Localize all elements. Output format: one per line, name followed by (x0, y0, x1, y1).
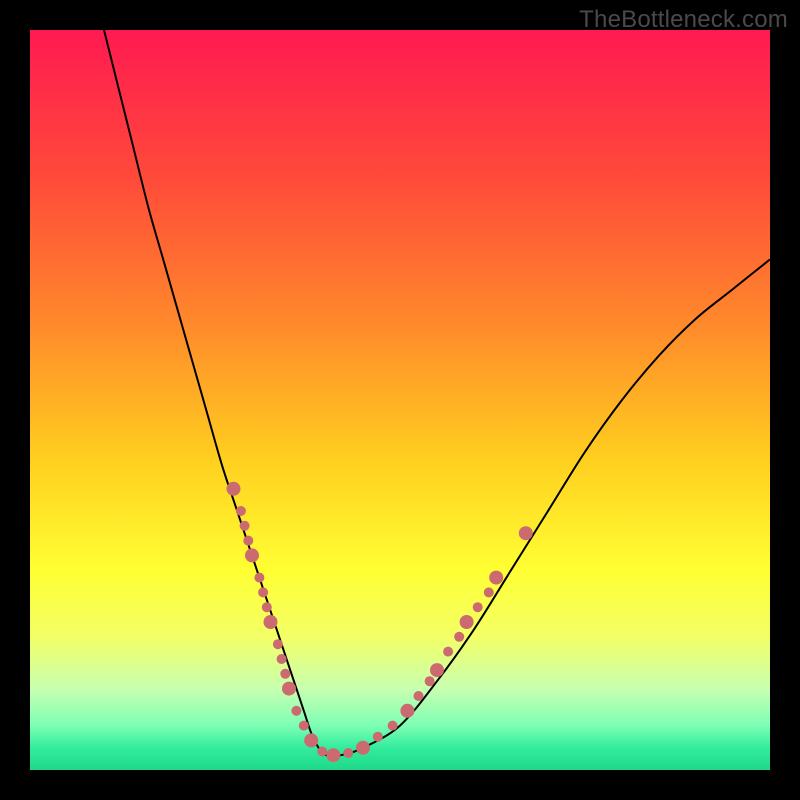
highlight-dot (473, 602, 483, 612)
highlight-dot (430, 663, 444, 677)
highlight-dot (489, 571, 503, 585)
highlight-dot (326, 748, 340, 762)
highlight-dot (243, 536, 253, 546)
highlight-dot (273, 639, 283, 649)
highlight-dot (373, 732, 383, 742)
highlight-dot (304, 733, 318, 747)
highlight-dot (343, 748, 353, 758)
highlight-dot (258, 587, 268, 597)
highlight-dot (236, 506, 246, 516)
highlight-dot (519, 526, 533, 540)
highlight-dot (277, 654, 287, 664)
highlight-dot (388, 721, 398, 731)
highlight-dot (317, 747, 327, 757)
highlight-dot (264, 615, 278, 629)
watermark-text: TheBottleneck.com (579, 6, 788, 34)
highlight-dots (227, 482, 533, 762)
highlight-dot (400, 704, 414, 718)
highlight-dot (280, 669, 290, 679)
highlight-dot (282, 682, 296, 696)
bottleneck-curve (104, 30, 770, 756)
highlight-dot (454, 632, 464, 642)
highlight-dot (425, 676, 435, 686)
highlight-dot (262, 602, 272, 612)
curve-layer (30, 30, 770, 770)
highlight-dot (254, 573, 264, 583)
plot-area (30, 30, 770, 770)
highlight-dot (356, 741, 370, 755)
highlight-dot (460, 615, 474, 629)
highlight-dot (291, 706, 301, 716)
highlight-dot (299, 721, 309, 731)
highlight-dot (484, 587, 494, 597)
highlight-dot (443, 647, 453, 657)
chart-frame: TheBottleneck.com (0, 0, 800, 800)
highlight-dot (245, 548, 259, 562)
highlight-dot (240, 521, 250, 531)
highlight-dot (414, 691, 424, 701)
highlight-dot (227, 482, 241, 496)
